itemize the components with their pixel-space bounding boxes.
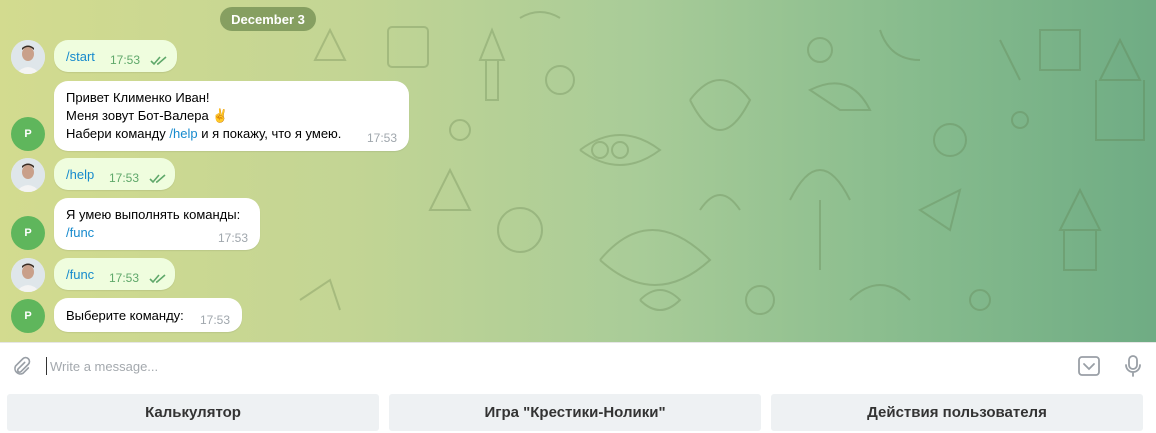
command-link[interactable]: /start <box>66 47 95 66</box>
user-avatar[interactable] <box>11 40 45 74</box>
double-check-icon <box>149 174 166 184</box>
chat-history: December 3 /start 17:53 P Привет Клименк… <box>0 0 1156 342</box>
message-bubble-incoming[interactable]: Я умею выполнять команды: /func 17:53 <box>54 198 260 250</box>
command-link[interactable]: /help <box>66 165 94 184</box>
message-time: 17:53 <box>218 231 249 245</box>
message-bubble-outgoing[interactable]: /start 17:53 <box>54 40 177 72</box>
message-bubble-incoming[interactable]: Привет Клименко Иван! Меня зовут Бот-Вал… <box>54 81 409 151</box>
bot-avatar[interactable]: P <box>11 117 45 151</box>
message-text: и я покажу, что я умею. <box>201 126 342 141</box>
microphone-icon <box>1125 355 1141 377</box>
message-time: 17:53 <box>367 131 398 145</box>
keyboard-button-calculator[interactable]: Калькулятор <box>7 394 379 431</box>
bot-avatar[interactable]: P <box>11 299 45 333</box>
message-bubble-incoming[interactable]: Выберите команду: 17:53 <box>54 298 242 332</box>
keyboard-button-user-actions[interactable]: Действия пользователя <box>771 394 1143 431</box>
voice-record-button[interactable] <box>1120 353 1146 379</box>
double-check-icon <box>150 56 167 66</box>
attach-button[interactable] <box>8 354 34 380</box>
bot-avatar[interactable]: P <box>11 216 45 250</box>
message-text-line: Набери команду /help и я покажу, что я у… <box>66 124 341 143</box>
text-cursor <box>46 357 47 375</box>
message-bubble-outgoing[interactable]: /help 17:53 <box>54 158 175 190</box>
paperclip-icon <box>14 356 31 375</box>
bot-keyboard-icon <box>1078 356 1100 376</box>
message-time: 17:53 <box>109 271 140 285</box>
date-separator: December 3 <box>220 7 316 31</box>
user-photo-icon <box>11 40 45 74</box>
message-input[interactable] <box>50 355 1030 377</box>
keyboard-button-tic-tac-toe[interactable]: Игра "Крестики-Нолики" <box>389 394 761 431</box>
command-link[interactable]: /func <box>66 265 94 284</box>
command-link[interactable]: /help <box>169 126 197 141</box>
user-avatar[interactable] <box>11 258 45 292</box>
user-photo-icon <box>11 158 45 192</box>
bot-reply-keyboard: Калькулятор Игра "Крестики-Нолики" Дейст… <box>0 388 1156 433</box>
message-composer <box>0 342 1156 388</box>
message-text: Набери команду <box>66 126 166 141</box>
message-bubble-outgoing[interactable]: /func 17:53 <box>54 258 175 290</box>
double-check-icon <box>149 274 166 284</box>
user-avatar[interactable] <box>11 158 45 192</box>
message-text: Я умею выполнять команды: <box>66 207 241 222</box>
message-time: 17:53 <box>109 171 140 185</box>
command-link[interactable]: /func <box>66 223 94 242</box>
message-text: Меня зовут Бот-Валера ✌️ <box>66 108 229 123</box>
message-time: 17:53 <box>110 53 141 67</box>
bot-keyboard-toggle-button[interactable] <box>1076 353 1102 379</box>
message-time: 17:53 <box>200 313 231 327</box>
message-text: Привет Клименко Иван! <box>66 90 210 105</box>
message-text: Выберите команду: <box>66 308 184 323</box>
user-photo-icon <box>11 258 45 292</box>
